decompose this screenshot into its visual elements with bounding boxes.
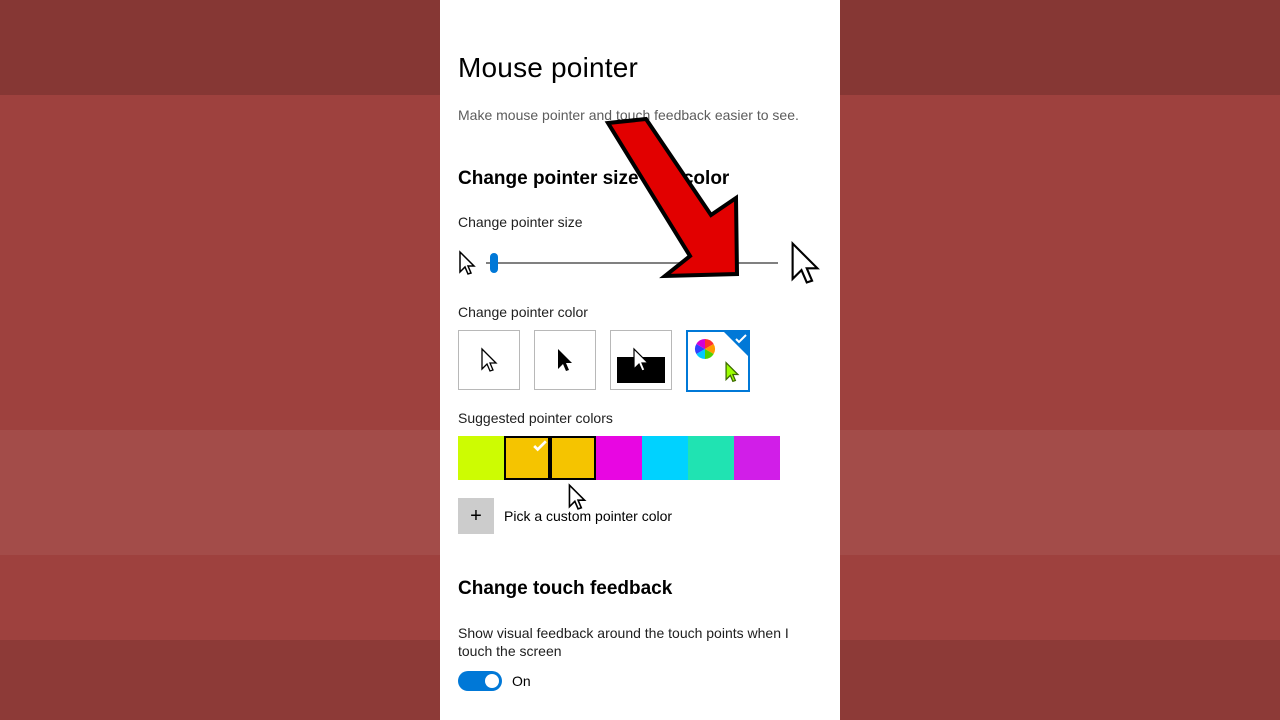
color-swatch-3[interactable]	[596, 436, 642, 480]
toggle-knob	[485, 674, 499, 688]
touch-feedback-description: Show visual feedback around the touch po…	[458, 624, 822, 660]
color-swatch-2[interactable]	[550, 436, 596, 480]
cursor-black-icon	[556, 347, 574, 373]
pointer-size-slider-row	[458, 240, 822, 286]
color-swatch-5[interactable]	[688, 436, 734, 480]
cursor-lime-icon	[724, 361, 740, 383]
pointer-size-slider[interactable]	[486, 262, 778, 264]
color-swatch-4[interactable]	[642, 436, 688, 480]
pointer-color-options	[458, 330, 822, 392]
page-title: Mouse pointer	[458, 52, 822, 84]
section-touch-title: Change touch feedback	[458, 578, 822, 600]
checkmark-icon	[735, 333, 747, 345]
cursor-small-icon	[458, 250, 476, 276]
pointer-color-custom[interactable]	[686, 330, 750, 392]
slider-thumb[interactable]	[490, 253, 498, 273]
toggle-state-label: On	[512, 673, 531, 689]
color-swatch-0[interactable]	[458, 436, 504, 480]
cursor-white-icon	[480, 347, 498, 373]
plus-icon[interactable]: +	[458, 498, 494, 534]
section-pointer-title: Change pointer size and color	[458, 168, 822, 190]
checkmark-icon	[533, 439, 547, 453]
settings-panel: Mouse pointer Make mouse pointer and tou…	[440, 0, 840, 720]
color-swatch-6[interactable]	[734, 436, 780, 480]
custom-color-row[interactable]: + Pick a custom pointer color	[458, 498, 822, 534]
suggested-colors-label: Suggested pointer colors	[458, 410, 822, 426]
color-wheel-icon	[693, 337, 723, 367]
touch-feedback-toggle[interactable]	[458, 671, 502, 691]
mouse-cursor-icon	[567, 483, 587, 511]
cursor-large-icon	[788, 240, 822, 286]
cursor-inverted-icon	[632, 347, 650, 373]
background-right	[840, 0, 1280, 720]
suggested-color-swatches	[458, 436, 822, 480]
pointer-size-label: Change pointer size	[458, 214, 822, 230]
page-description: Make mouse pointer and touch feedback ea…	[458, 106, 822, 124]
pointer-color-inverted[interactable]	[610, 330, 672, 390]
pointer-color-black[interactable]	[534, 330, 596, 390]
pointer-color-white[interactable]	[458, 330, 520, 390]
color-swatch-1[interactable]	[504, 436, 550, 480]
pointer-color-label: Change pointer color	[458, 304, 822, 320]
custom-color-label: Pick a custom pointer color	[504, 508, 672, 524]
background-left	[0, 0, 440, 720]
